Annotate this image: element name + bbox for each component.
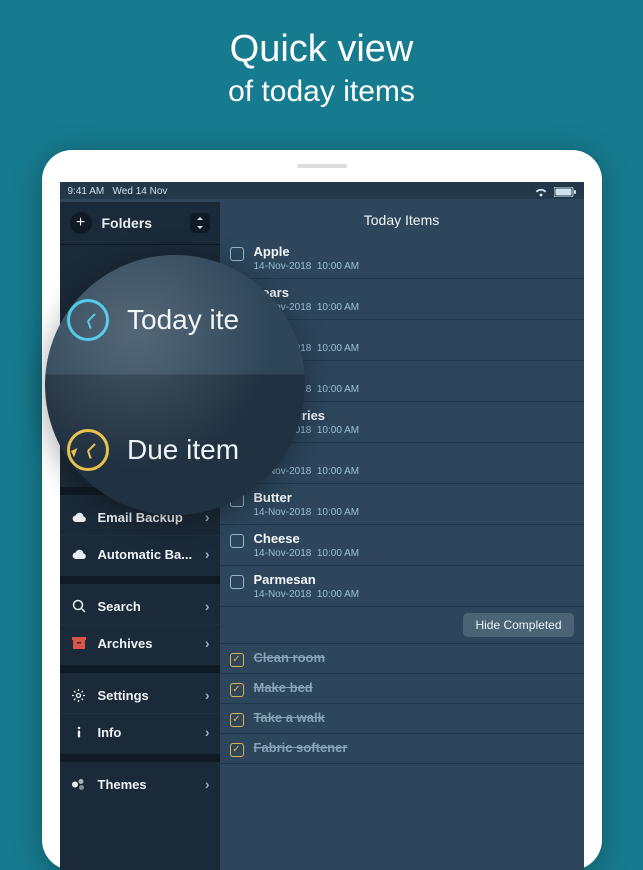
magnifier-today-row[interactable]: Today ite (45, 255, 305, 385)
chevron-right-icon: › (205, 635, 210, 651)
checkbox-checked[interactable]: ✓ (230, 653, 244, 667)
checkbox-checked[interactable]: ✓ (230, 713, 244, 727)
info-icon (70, 723, 88, 741)
chevron-right-icon: › (205, 687, 210, 703)
promo-banner: Quick view of today items (0, 0, 643, 109)
checkbox[interactable] (230, 534, 244, 548)
sidebar-item-label: Automatic Ba... (98, 547, 195, 562)
sidebar-item-label: Archives (98, 636, 195, 651)
add-folder-button[interactable]: + (70, 212, 92, 234)
folders-label: Folders (102, 215, 180, 231)
promo-title: Quick view (0, 28, 643, 71)
battery-icon (554, 187, 576, 197)
chevron-right-icon: › (205, 724, 210, 740)
sidebar-item-search[interactable]: Search › (60, 588, 220, 624)
history-clock-icon (67, 429, 109, 471)
status-date-text: Wed 14 Nov (113, 186, 168, 197)
item-meta: 14-Nov-2018 10:00 AM (254, 548, 360, 559)
sidebar-item-archives[interactable]: Archives › (60, 624, 220, 661)
chevron-right-icon: › (205, 598, 210, 614)
hide-completed-row: Hide Completed (220, 607, 584, 644)
sidebar-item-label: Settings (98, 688, 195, 703)
promo-subtitle: of today items (0, 75, 643, 109)
list-item[interactable]: ✓ Make bed (220, 674, 584, 704)
magnifier-due-label: Due item (127, 434, 239, 466)
gear-icon (70, 686, 88, 704)
item-meta: 14-Nov-2018 10:00 AM (254, 589, 360, 600)
list-item[interactable]: Cheese 14-Nov-2018 10:00 AM (220, 525, 584, 566)
item-title: Parmesan (254, 572, 360, 587)
chevron-right-icon: › (205, 776, 210, 792)
sidebar-item-label: Themes (98, 777, 195, 792)
sidebar-item-label: Search (98, 599, 195, 614)
item-title: Fabric softener (254, 740, 348, 755)
list-item[interactable]: Parmesan 14-Nov-2018 10:00 AM (220, 566, 584, 607)
magnifier-overlay: Today ite Due item (45, 255, 305, 515)
archive-icon (70, 634, 88, 652)
sidebar-item-themes[interactable]: Themes › (60, 766, 220, 802)
device-speaker (297, 164, 347, 168)
item-title: Cheese (254, 531, 360, 546)
item-title: Take a walk (254, 710, 325, 725)
checkbox[interactable] (230, 575, 244, 589)
list-item[interactable]: ✓ Clean room (220, 644, 584, 674)
sidebar-item-settings[interactable]: Settings › (60, 677, 220, 713)
list-item[interactable]: ✓ Take a walk (220, 704, 584, 734)
sidebar-header: + Folders (60, 202, 220, 245)
sort-folders-button[interactable] (190, 213, 210, 233)
main-title: Today Items (220, 202, 584, 238)
checkbox-checked[interactable]: ✓ (230, 743, 244, 757)
sidebar-item-info[interactable]: Info › (60, 713, 220, 750)
status-bar: 9:41 AM Wed 14 Nov (60, 182, 584, 199)
magnifier-today-label: Today ite (127, 304, 239, 336)
sidebar-item-auto-backup[interactable]: Automatic Ba... › (60, 535, 220, 572)
wifi-icon (534, 187, 548, 197)
theme-icon (70, 775, 88, 793)
hide-completed-button[interactable]: Hide Completed (463, 613, 573, 637)
magnifier-due-row[interactable]: Due item (45, 385, 305, 515)
status-time-text: 9:41 AM (68, 186, 105, 197)
status-time: 9:41 AM Wed 14 Nov (68, 186, 168, 197)
item-title: Make bed (254, 680, 313, 695)
item-title: Clean room (254, 650, 326, 665)
chevron-right-icon: › (205, 546, 210, 562)
list-item[interactable]: ✓ Fabric softener (220, 734, 584, 764)
clock-icon (67, 299, 109, 341)
search-icon (70, 597, 88, 615)
sidebar-item-label: Info (98, 725, 195, 740)
cloud-icon (70, 545, 88, 563)
checkbox-checked[interactable]: ✓ (230, 683, 244, 697)
